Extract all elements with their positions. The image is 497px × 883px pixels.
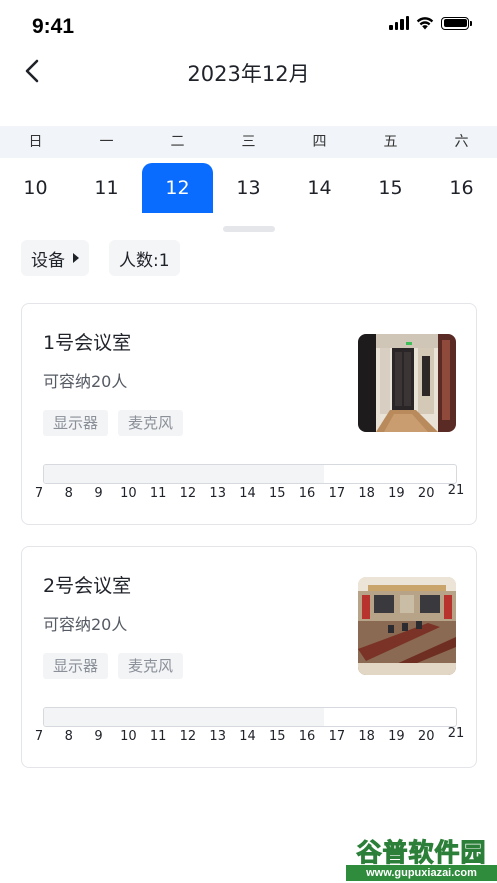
cellular-signal-icon [389, 16, 409, 30]
hour-label: 20 [417, 486, 435, 501]
room-tags: 显示器 麦克风 [43, 653, 184, 679]
hour-label: 15 [269, 486, 286, 501]
hour-label: 18 [358, 486, 375, 501]
date-cell[interactable]: 11 [71, 163, 142, 213]
weekday-row: 日 一 二 三 四 五 六 [0, 126, 497, 158]
booked-range [44, 708, 325, 726]
room-card[interactable]: 2号会议室 可容纳20人 显示器 麦克风 7 8 9 10 11 12 13 14 15 16 17… [21, 546, 477, 768]
hour-labels: 7 8 9 10 11 12 13 14 15 16 17 18 19 20 21 [22, 726, 478, 749]
hour-label: 21 [447, 483, 465, 498]
hour-label: 11 [149, 486, 167, 501]
status-icons [389, 16, 472, 30]
weekday-sat: 六 [454, 134, 469, 150]
date-cell[interactable]: 16 [426, 163, 497, 213]
caret-right-icon [73, 253, 79, 263]
room-name: 1号会议室 [43, 332, 132, 354]
room-capacity: 可容纳20人 [43, 615, 128, 634]
weekday-mon: 一 [99, 134, 114, 150]
site-watermark: 谷普软件园 www.gupuxiazai.com [346, 831, 497, 883]
tag-microphone: 麦克风 [118, 410, 184, 436]
hour-label: 8 [64, 729, 73, 744]
hour-label: 18 [358, 729, 375, 744]
hour-labels: 7 8 9 10 11 12 13 14 15 16 17 18 19 20 21 [22, 483, 478, 506]
watermark-title: 谷普软件园 [356, 839, 487, 868]
device-filter-label: 设备 [31, 250, 65, 271]
tag-microphone: 麦克风 [118, 653, 184, 679]
date-cell-selected[interactable]: 12 [142, 163, 213, 213]
date-row: 10 11 12 13 14 15 16 [0, 163, 497, 213]
status-time: 9:41 [32, 15, 75, 38]
hour-label: 8 [64, 486, 73, 501]
hour-label: 11 [149, 729, 167, 744]
weekday-sun: 日 [28, 134, 43, 150]
availability-timeline [43, 707, 457, 727]
hour-label: 14 [239, 486, 256, 501]
room-name: 2号会议室 [43, 575, 132, 597]
room-photo [358, 577, 456, 675]
date-cell[interactable]: 13 [213, 163, 284, 213]
hour-label: 9 [94, 729, 103, 744]
hour-label: 14 [239, 729, 256, 744]
date-cell[interactable]: 15 [355, 163, 426, 213]
hour-label: 9 [94, 486, 103, 501]
room-card[interactable]: 1号会议室 可容纳20人 显示器 麦克风 7 8 9 10 11 12 13 14 15 16 17… [21, 303, 477, 525]
battery-icon [441, 16, 472, 30]
hour-label: 12 [179, 486, 197, 501]
header: 2023年12月 [0, 52, 497, 92]
page-title: 2023年12月 [187, 62, 310, 86]
device-filter-button[interactable]: 设备 [21, 240, 89, 276]
hour-label: 12 [179, 729, 197, 744]
hour-label: 7 [34, 729, 44, 744]
hour-label: 7 [34, 486, 44, 501]
hour-label: 19 [388, 486, 405, 501]
hour-label: 19 [388, 729, 405, 744]
people-filter-label: 人数:1 [119, 250, 170, 271]
hour-label: 20 [417, 729, 435, 744]
hour-label: 21 [447, 726, 465, 741]
weekday-tue: 二 [170, 134, 185, 150]
hour-label: 13 [209, 729, 226, 744]
room-photo [358, 334, 456, 432]
filter-row: 设备 人数:1 [21, 240, 180, 276]
hour-label: 17 [328, 729, 346, 744]
hour-label: 13 [209, 486, 226, 501]
booked-range [44, 465, 325, 483]
hour-label: 15 [269, 729, 286, 744]
tag-display: 显示器 [43, 410, 109, 436]
status-bar: 9:41 [0, 0, 497, 52]
hour-label: 16 [298, 729, 316, 744]
availability-timeline [43, 464, 457, 484]
weekday-wed: 三 [241, 134, 256, 150]
date-cell[interactable]: 14 [284, 163, 355, 213]
hour-label: 17 [328, 486, 346, 501]
hour-label: 10 [120, 486, 137, 501]
hour-label: 10 [120, 729, 137, 744]
hour-label: 16 [298, 486, 316, 501]
weekday-thu: 四 [312, 134, 327, 150]
weekday-fri: 五 [383, 134, 398, 150]
date-cell[interactable]: 10 [0, 163, 71, 213]
watermark-url: www.gupuxiazai.com [346, 865, 497, 881]
wifi-icon [416, 17, 434, 30]
people-filter-button[interactable]: 人数:1 [109, 240, 180, 276]
calendar-drag-handle[interactable] [223, 226, 275, 232]
tag-display: 显示器 [43, 653, 109, 679]
room-capacity: 可容纳20人 [43, 372, 128, 391]
room-tags: 显示器 麦克风 [43, 410, 184, 436]
